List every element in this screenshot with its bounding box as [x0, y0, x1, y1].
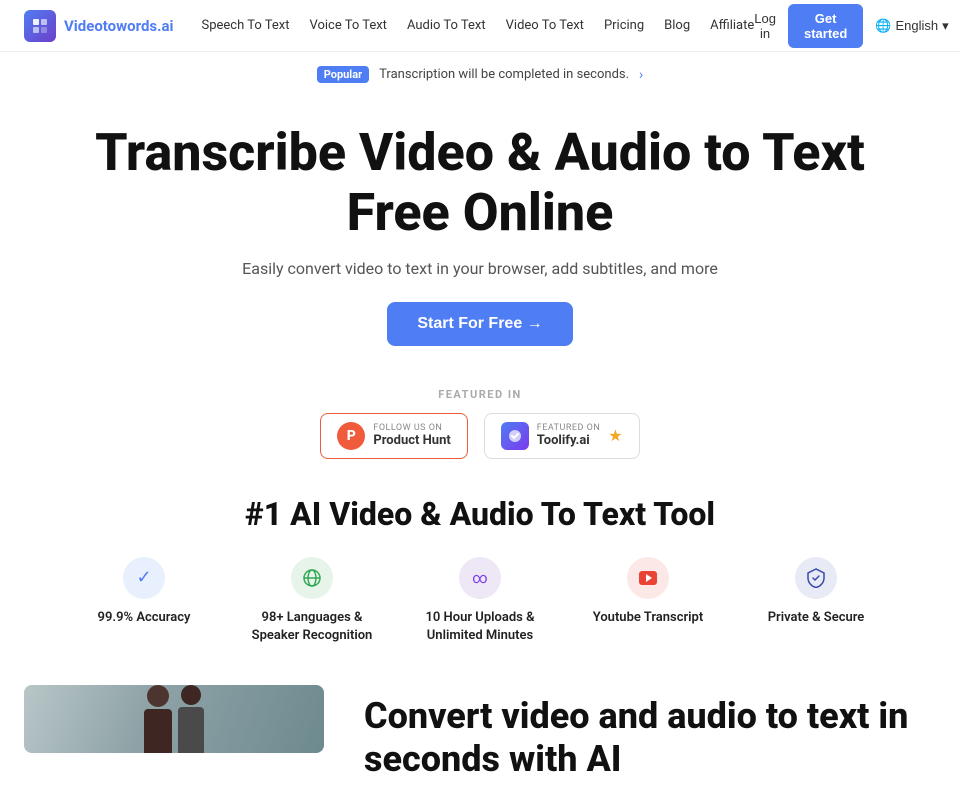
- nav-video-to-text[interactable]: Video To Text: [506, 18, 584, 33]
- languages-label: 98+ Languages & Speaker Recognition: [238, 609, 386, 645]
- hero-title: Transcribe Video & Audio to Text Free On…: [80, 123, 880, 243]
- featured-section: FEATURED IN P FOLLOW US ON Product Hunt …: [0, 366, 960, 475]
- toolify-text: FEATURED ON Toolify.ai: [537, 423, 601, 448]
- nav-right: Log in Get started 🌐 English ▾: [754, 4, 948, 48]
- product-hunt-badge[interactable]: P FOLLOW US ON Product Hunt: [320, 413, 467, 459]
- nav-links: Speech To Text Voice To Text Audio To Te…: [201, 18, 754, 33]
- nav-blog[interactable]: Blog: [664, 18, 690, 33]
- nav-left: Videotowords.ai Speech To Text Voice To …: [24, 10, 754, 42]
- bottom-section: Convert video and audio to text in secon…: [0, 685, 960, 791]
- ai-tool-title: #1 AI Video & Audio To Text Tool: [0, 495, 960, 533]
- nav-voice-to-text[interactable]: Voice To Text: [309, 18, 386, 33]
- hero-subtitle: Easily convert video to text in your bro…: [20, 259, 940, 278]
- bottom-text: Convert video and audio to text in secon…: [324, 685, 960, 791]
- bottom-image: [24, 685, 324, 753]
- hero-section: Transcribe Video & Audio to Text Free On…: [0, 93, 960, 366]
- feature-youtube: Youtube Transcript: [564, 557, 732, 645]
- logo-icon: [24, 10, 56, 42]
- chevron-down-icon: ▾: [942, 18, 949, 34]
- nav-affiliate[interactable]: Affiliate: [710, 18, 754, 33]
- product-hunt-icon: P: [337, 422, 365, 450]
- uploads-icon: ∞: [459, 557, 501, 599]
- private-label: Private & Secure: [768, 609, 865, 627]
- private-icon: [795, 557, 837, 599]
- bottom-title: Convert video and audio to text in secon…: [364, 695, 920, 781]
- toolify-icon: [501, 422, 529, 450]
- star-icon: ★: [608, 426, 622, 445]
- feature-accuracy: ✓ 99.9% Accuracy: [60, 557, 228, 645]
- start-free-button[interactable]: Start For Free →: [387, 302, 572, 346]
- features-list: ✓ 99.9% Accuracy 98+ Languages & Speaker…: [0, 557, 960, 645]
- feature-uploads: ∞ 10 Hour Uploads & Unlimited Minutes: [396, 557, 564, 645]
- announcement-bar: Popular Transcription will be completed …: [0, 56, 960, 93]
- announce-text: Transcription will be completed in secon…: [379, 67, 629, 82]
- feature-private: Private & Secure: [732, 557, 900, 645]
- youtube-icon: [627, 557, 669, 599]
- get-started-button[interactable]: Get started: [788, 4, 863, 48]
- feature-languages: 98+ Languages & Speaker Recognition: [228, 557, 396, 645]
- login-button[interactable]: Log in: [754, 11, 776, 41]
- logo-text: Videotowords.ai: [64, 17, 173, 35]
- youtube-label: Youtube Transcript: [593, 609, 703, 627]
- product-hunt-text: FOLLOW US ON Product Hunt: [373, 423, 450, 448]
- nav-speech-to-text[interactable]: Speech To Text: [201, 18, 289, 33]
- nav-pricing[interactable]: Pricing: [604, 18, 644, 33]
- language-selector[interactable]: 🌐 English ▾: [875, 18, 948, 34]
- logo[interactable]: Videotowords.ai: [24, 10, 173, 42]
- nav-audio-to-text[interactable]: Audio To Text: [407, 18, 486, 33]
- featured-badges: P FOLLOW US ON Product Hunt FEATURED ON …: [0, 413, 960, 459]
- toolify-badge[interactable]: FEATURED ON Toolify.ai ★: [484, 413, 640, 459]
- languages-icon: [291, 557, 333, 599]
- globe-icon: 🌐: [875, 18, 891, 34]
- accuracy-icon: ✓: [123, 557, 165, 599]
- featured-label: FEATURED IN: [0, 388, 960, 401]
- ai-tool-section: #1 AI Video & Audio To Text Tool ✓ 99.9%…: [0, 475, 960, 655]
- popular-badge: Popular: [317, 66, 369, 83]
- uploads-label: 10 Hour Uploads & Unlimited Minutes: [406, 609, 554, 645]
- navbar: Videotowords.ai Speech To Text Voice To …: [0, 0, 960, 52]
- accuracy-label: 99.9% Accuracy: [98, 609, 191, 627]
- announce-arrow-icon[interactable]: ›: [639, 67, 643, 83]
